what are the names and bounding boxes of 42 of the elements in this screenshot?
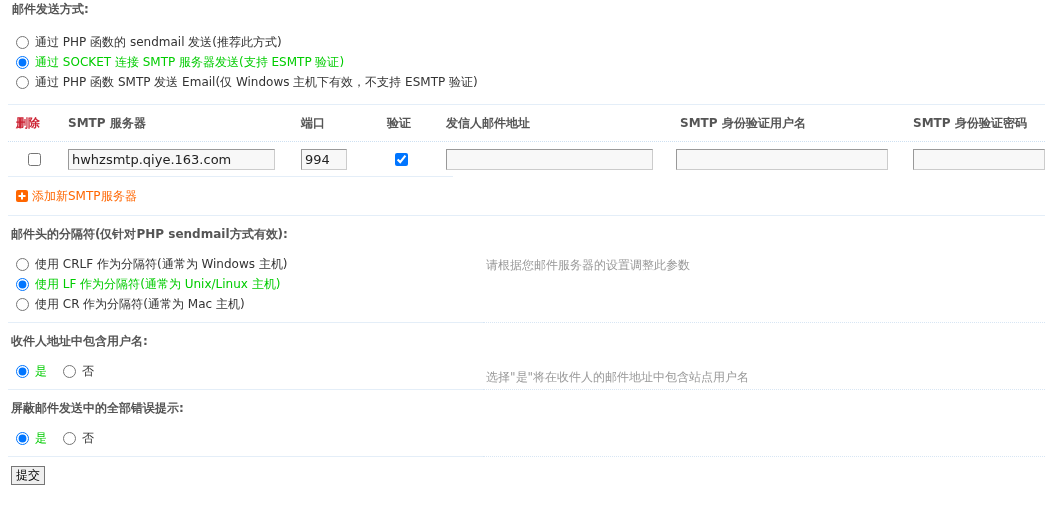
submit-button[interactable]: 提交 bbox=[11, 466, 45, 485]
radio-button[interactable] bbox=[16, 297, 29, 311]
radio-label: 否 bbox=[82, 430, 94, 447]
column-header: 发信人邮件地址 bbox=[446, 116, 530, 130]
port-field[interactable]: 994 bbox=[301, 148, 347, 170]
section-heading: 屏蔽邮件发送中的全部错误提示: bbox=[10, 400, 185, 417]
radio-label: 是 bbox=[35, 430, 47, 447]
radio-button[interactable] bbox=[63, 364, 76, 378]
username-field[interactable] bbox=[676, 148, 888, 170]
section-heading: 收件人地址中包含用户名: bbox=[10, 333, 149, 350]
column-header: 删除 bbox=[16, 116, 40, 130]
section-heading: 邮件头的分隔符(仅针对PHP sendmail方式有效): bbox=[10, 226, 289, 243]
server-field[interactable]: hwhzsmtp.qiye.163.com bbox=[68, 148, 275, 170]
radio-label: 使用 CR 作为分隔符(通常为 Mac 主机) bbox=[35, 296, 245, 313]
column-header: SMTP 身份验证用户名 bbox=[680, 116, 806, 130]
add-icon[interactable] bbox=[16, 190, 28, 202]
radio-button[interactable] bbox=[16, 75, 29, 89]
radio-button[interactable] bbox=[16, 431, 29, 445]
radio-label: 通过 SOCKET 连接 SMTP 服务器发送(支持 ESMTP 验证) bbox=[35, 54, 345, 71]
auth-checkbox[interactable] bbox=[395, 152, 408, 166]
radio-button[interactable] bbox=[16, 257, 29, 271]
column-header: 验证 bbox=[387, 116, 411, 130]
sender-email-field[interactable] bbox=[446, 148, 653, 170]
section-heading: 邮件发送方式: bbox=[11, 1, 90, 18]
password-field[interactable] bbox=[913, 148, 1045, 170]
column-header: SMTP 服务器 bbox=[68, 116, 146, 130]
column-header: 端口 bbox=[301, 116, 325, 130]
radio-label: 是 bbox=[35, 363, 47, 380]
delete-checkbox[interactable] bbox=[28, 152, 41, 166]
radio-label: 使用 CRLF 作为分隔符(通常为 Windows 主机) bbox=[35, 256, 288, 273]
radio-button[interactable] bbox=[63, 431, 76, 445]
radio-button[interactable] bbox=[16, 364, 29, 378]
hint-text: 请根据您邮件服务器的设置调整此参数 bbox=[486, 258, 690, 272]
radio-label: 通过 PHP 函数 SMTP 发送 Email(仅 Windows 主机下有效，不支持 ESMTP 验证) bbox=[35, 74, 478, 91]
hint-text: 选择"是"将在收件人的邮件地址中包含站点用户名 bbox=[486, 370, 750, 384]
radio-button[interactable] bbox=[16, 55, 29, 69]
radio-button[interactable] bbox=[16, 277, 29, 291]
column-header: SMTP 身份验证密码 bbox=[913, 116, 1027, 130]
radio-button[interactable] bbox=[16, 35, 29, 49]
radio-label: 使用 LF 作为分隔符(通常为 Unix/Linux 主机) bbox=[35, 276, 281, 293]
radio-label: 否 bbox=[82, 363, 94, 380]
radio-label: 通过 PHP 函数的 sendmail 发送(推荐此方式) bbox=[35, 34, 282, 51]
